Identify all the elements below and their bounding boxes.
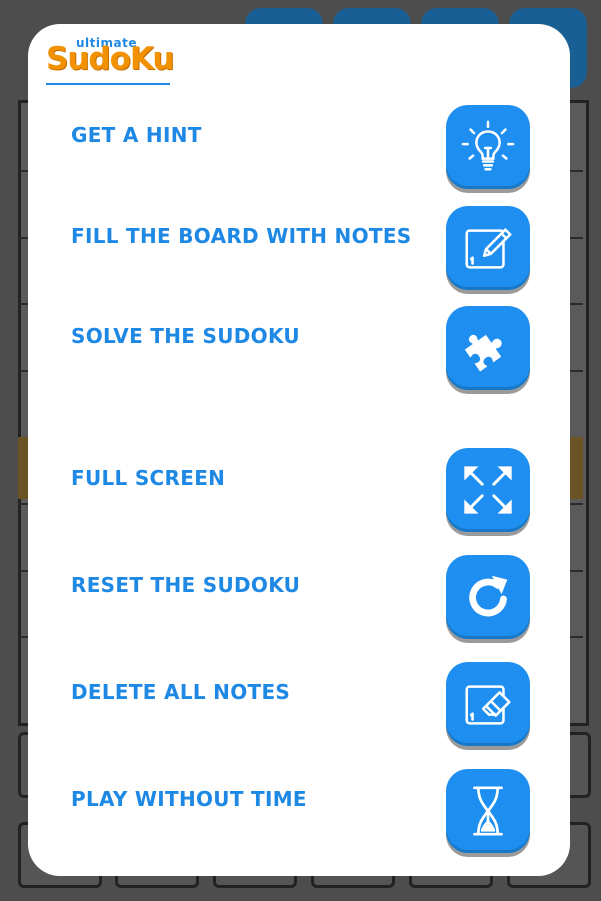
pencil-notes-icon (465, 228, 512, 269)
menu-item-delete-notes[interactable]: DELETE ALL NOTES (28, 662, 570, 748)
fullscreen-arrows-icon (464, 466, 512, 514)
menu-item-full-screen[interactable]: FULL SCREEN (28, 448, 570, 534)
menu-item-label[interactable]: PLAY WITHOUT TIME (71, 787, 307, 811)
menu-item-get-hint[interactable]: GET A HINT (28, 105, 570, 191)
full-screen-button[interactable] (446, 448, 530, 532)
delete-notes-button[interactable] (446, 662, 530, 746)
eraser-notes-icon (465, 685, 511, 725)
menu-item-label[interactable]: SOLVE THE SUDOKU (71, 324, 300, 348)
menu-item-label[interactable]: FULL SCREEN (71, 466, 225, 490)
solve-sudoku-button[interactable] (446, 306, 530, 390)
menu-item-fill-notes[interactable]: FILL THE BOARD WITH NOTES (28, 206, 570, 292)
menu-item-solve[interactable]: SOLVE THE SUDOKU (28, 306, 570, 392)
menu-item-play-without-time[interactable]: PLAY WITHOUT TIME (28, 769, 570, 855)
reset-arrow-icon (469, 575, 508, 617)
lightbulb-icon (461, 120, 515, 171)
menu-item-label[interactable]: FILL THE BOARD WITH NOTES (71, 224, 412, 248)
logo-underline (46, 83, 170, 85)
fill-notes-button[interactable] (446, 206, 530, 290)
menu-item-label[interactable]: RESET THE SUDOKU (71, 573, 300, 597)
menu-item-reset[interactable]: RESET THE SUDOKU (28, 555, 570, 641)
logo-title: SudoKu (46, 41, 174, 77)
reset-sudoku-button[interactable] (446, 555, 530, 639)
play-without-time-button[interactable] (446, 769, 530, 853)
puzzle-piece-icon (464, 334, 502, 372)
options-menu-dialog: ultimate SudoKu GET A HINT FILL THE BOAR… (28, 24, 570, 876)
hourglass-icon (473, 786, 503, 836)
get-hint-button[interactable] (446, 105, 530, 189)
menu-item-label[interactable]: GET A HINT (71, 123, 202, 147)
app-logo: ultimate SudoKu (46, 36, 174, 88)
menu-item-label[interactable]: DELETE ALL NOTES (71, 680, 290, 704)
